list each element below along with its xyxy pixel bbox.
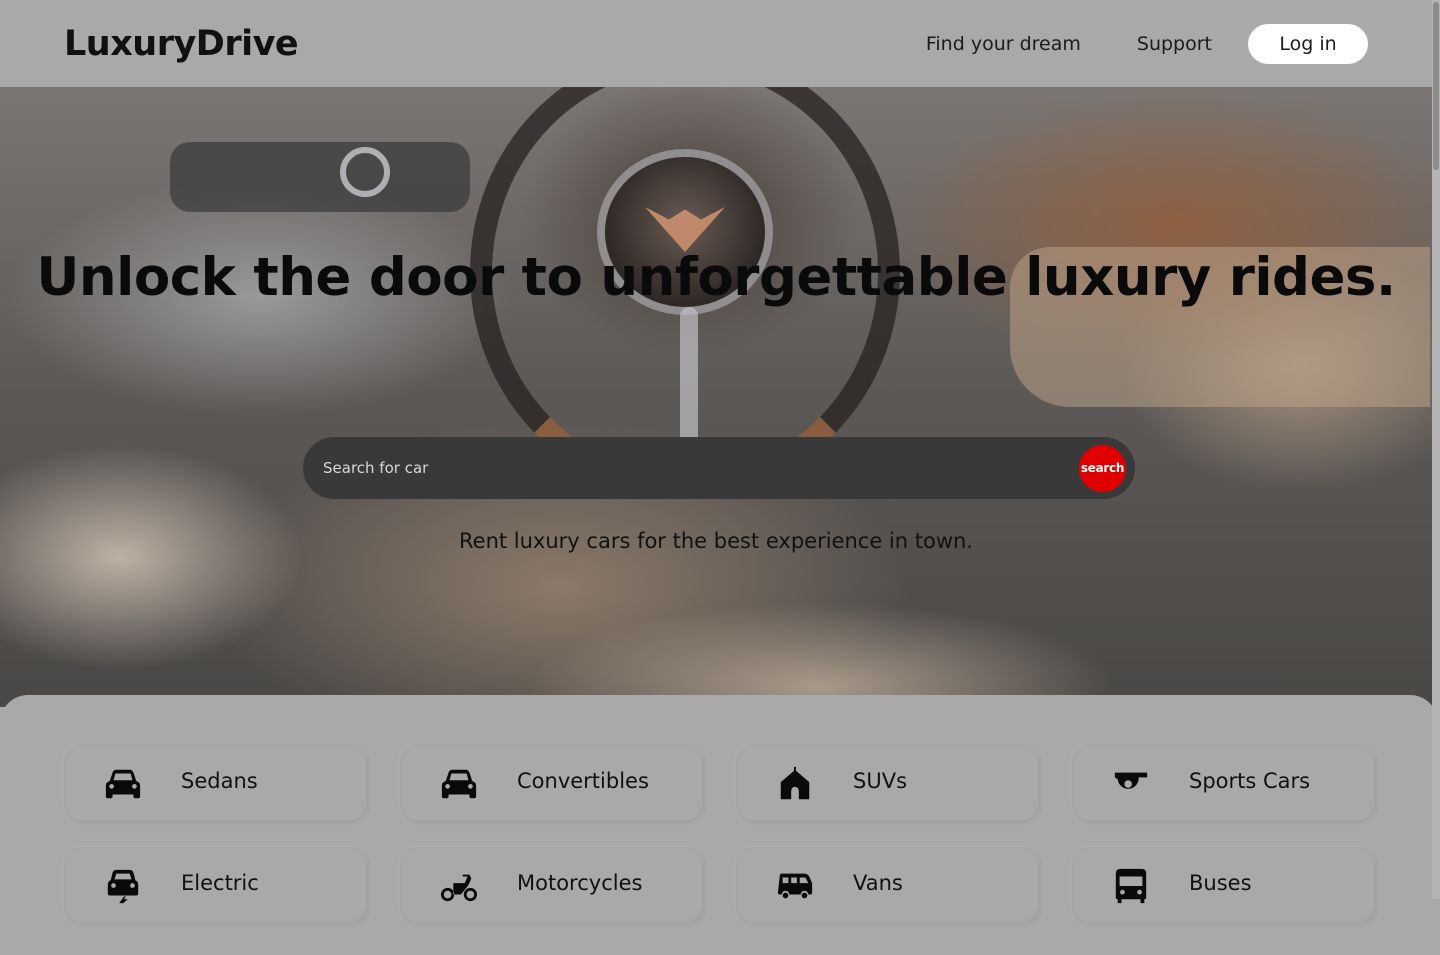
- login-button[interactable]: Log in: [1248, 23, 1368, 64]
- category-card-suvs[interactable]: SUVs: [736, 745, 1039, 821]
- site-logo[interactable]: LuxuryDrive: [64, 24, 299, 64]
- main-nav: Find your dream Support Log in: [926, 23, 1368, 64]
- category-card-buses[interactable]: Buses: [1072, 847, 1375, 923]
- whistle-icon: [1111, 764, 1151, 804]
- category-card-motorcycles[interactable]: Motorcycles: [400, 847, 703, 923]
- scrollbar-thumb[interactable]: [1433, 2, 1439, 170]
- category-card-convertibles[interactable]: Convertibles: [400, 745, 703, 821]
- category-label: Sports Cars: [1189, 769, 1311, 793]
- nav-link-find-your-dream[interactable]: Find your dream: [926, 33, 1081, 55]
- motorcycle-icon: [439, 866, 479, 906]
- hero-section: Unlock the door to unforgettable luxury …: [0, 87, 1432, 707]
- page-scrollbar[interactable]: [1432, 0, 1440, 899]
- categories-section: Sedans Convertibles SUVs Sports Cars Ele…: [0, 695, 1438, 955]
- category-card-electric[interactable]: Electric: [64, 847, 367, 923]
- category-label: Vans: [853, 871, 903, 895]
- category-card-vans[interactable]: Vans: [736, 847, 1039, 923]
- car-icon: [439, 764, 479, 804]
- category-card-sedans[interactable]: Sedans: [64, 745, 367, 821]
- category-label: Sedans: [181, 769, 258, 793]
- category-label: Electric: [181, 871, 259, 895]
- bus-icon: [1111, 866, 1151, 906]
- electric-car-icon: [103, 866, 143, 906]
- dashboard-shape: [170, 142, 470, 212]
- air-vent-shape: [340, 147, 390, 197]
- search-bar: search: [303, 437, 1135, 499]
- search-input[interactable]: [321, 448, 1079, 488]
- search-button[interactable]: search: [1079, 444, 1126, 492]
- nav-link-support[interactable]: Support: [1137, 33, 1212, 55]
- van-icon: [775, 866, 815, 906]
- top-navbar: LuxuryDrive Find your dream Support Log …: [0, 0, 1432, 87]
- category-label: Motorcycles: [517, 871, 643, 895]
- car-icon: [103, 764, 143, 804]
- category-label: Convertibles: [517, 769, 649, 793]
- hero-tagline: Rent luxury cars for the best experience…: [459, 529, 973, 553]
- category-label: Buses: [1189, 871, 1252, 895]
- category-card-sports-cars[interactable]: Sports Cars: [1072, 745, 1375, 821]
- hero-title: Unlock the door to unforgettable luxury …: [36, 247, 1396, 308]
- house-icon: [775, 764, 815, 804]
- category-label: SUVs: [853, 769, 908, 793]
